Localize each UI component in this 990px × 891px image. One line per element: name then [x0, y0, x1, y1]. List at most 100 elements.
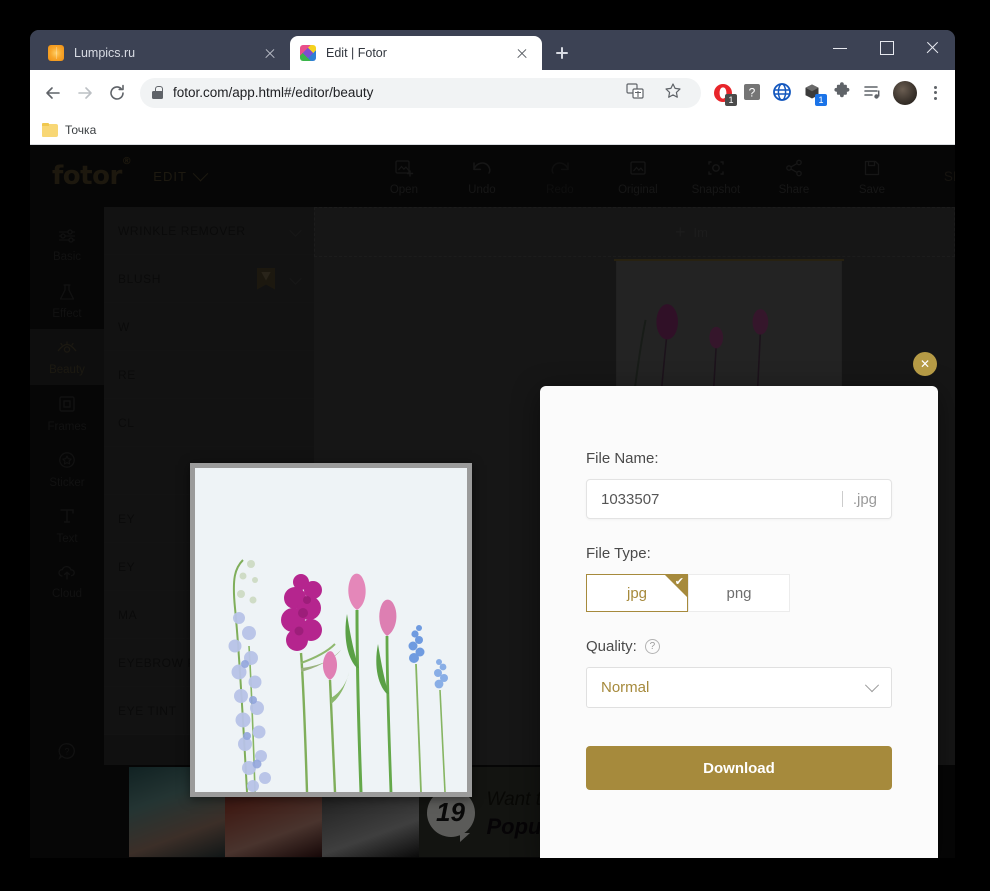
plus-icon: +	[675, 223, 686, 241]
file-type-label: File Type:	[586, 545, 892, 562]
panel-item-blush[interactable]: BLUSH	[104, 255, 314, 303]
toolbar-label: Save	[859, 184, 885, 196]
app-toolbar: Open Undo Redo	[378, 157, 898, 196]
svg-text:?: ?	[749, 85, 756, 99]
image-preview	[190, 463, 472, 797]
toolbar-label: Undo	[468, 184, 496, 196]
panel-item-5[interactable]: CL	[104, 399, 314, 447]
badge-count: 1	[815, 94, 827, 106]
share-icon	[784, 157, 804, 179]
bookmark-item-tochka[interactable]: Точка	[65, 123, 96, 137]
chevron-down-icon	[289, 224, 302, 237]
frame-icon	[57, 394, 77, 417]
translate-icon[interactable]	[623, 79, 651, 107]
reload-icon[interactable]	[102, 78, 132, 108]
puzzle-extensions-icon[interactable]	[829, 79, 857, 107]
cloud-upload-icon	[56, 563, 78, 584]
quality-value: Normal	[601, 679, 867, 696]
close-icon[interactable]	[512, 43, 532, 63]
toolbar-label: Open	[390, 184, 418, 196]
secure-lock-icon	[152, 86, 163, 99]
new-tab-button[interactable]	[548, 39, 576, 67]
avatar[interactable]	[893, 81, 917, 105]
toolbar-redo[interactable]: Redo	[534, 157, 586, 196]
file-name-label: File Name:	[586, 450, 892, 467]
toolbar-label: Original	[618, 184, 658, 196]
toolbar-snapshot[interactable]: Snapshot	[690, 157, 742, 196]
back-icon[interactable]	[38, 78, 68, 108]
fotor-logo: fotor®	[52, 161, 131, 191]
sidebar-item-sticker[interactable]: Sticker	[30, 441, 104, 497]
spacer	[586, 519, 892, 545]
file-type-label-png: png	[726, 585, 751, 602]
redo-icon	[549, 157, 571, 179]
question-bubble-icon: ?	[57, 741, 77, 764]
question-extension-icon[interactable]: ?	[739, 79, 767, 107]
sliders-icon	[57, 228, 77, 247]
import-strip[interactable]: + Im	[314, 207, 955, 257]
toolbar-save[interactable]: Save	[846, 157, 898, 196]
toolbar-undo[interactable]: Undo	[456, 157, 508, 196]
import-label: Im	[694, 225, 708, 240]
sidebar-item-label: Text	[56, 533, 77, 545]
image-preview-canvas	[195, 468, 467, 792]
close-window-button[interactable]	[909, 30, 955, 64]
tab-title: Lumpics.ru	[74, 46, 260, 60]
toolbar-open[interactable]: Open	[378, 157, 430, 196]
download-button[interactable]: Download	[586, 746, 892, 790]
edit-menu[interactable]: EDIT	[153, 169, 206, 184]
text-t-icon	[57, 506, 77, 529]
chevron-down-icon	[289, 272, 302, 285]
tab-strip: Lumpics.ru Edit | Fotor	[30, 30, 955, 70]
reading-list-icon[interactable]	[859, 79, 887, 107]
tab-title: Edit | Fotor	[326, 46, 512, 60]
file-type-png-button[interactable]: png	[688, 574, 790, 612]
undo-icon	[471, 157, 493, 179]
save-disk-icon	[862, 157, 882, 179]
close-x-icon: ✕	[920, 357, 930, 371]
left-rail: Basic Effect Beauty	[30, 207, 104, 858]
bookmarks-bar: Точка	[30, 115, 955, 145]
sidebar-item-basic[interactable]: Basic	[30, 217, 104, 273]
panel-item-4[interactable]: RE	[104, 351, 314, 399]
file-type-jpg-button[interactable]: jpg ✔	[586, 574, 688, 612]
chevron-down-icon	[193, 165, 209, 181]
opera-red-extension-icon[interactable]: 1	[709, 79, 737, 107]
toolbar-original[interactable]: Original	[612, 157, 664, 196]
orange-slice-icon	[48, 45, 64, 61]
sidebar-item-effect[interactable]: Effect	[30, 273, 104, 329]
maximize-button[interactable]	[863, 30, 909, 64]
help-circle-icon[interactable]: ?	[645, 639, 660, 654]
toolbar-label: Snapshot	[692, 184, 741, 196]
eye-icon	[56, 339, 78, 360]
file-name-input[interactable]: 1033507 .jpg	[586, 479, 892, 519]
quality-select[interactable]: Normal	[586, 667, 892, 708]
open-image-icon	[394, 157, 414, 179]
badge-count: 1	[725, 94, 737, 106]
box-extension-icon[interactable]: 1	[799, 79, 827, 107]
close-icon[interactable]	[260, 43, 280, 63]
original-image-icon	[628, 157, 648, 179]
minimize-button[interactable]	[817, 30, 863, 64]
browser-tab-fotor[interactable]: Edit | Fotor	[290, 36, 542, 70]
panel-item-wrinkle-remover[interactable]: WRINKLE REMOVER	[104, 207, 314, 255]
sidebar-item-text[interactable]: Text	[30, 497, 104, 553]
address-bar[interactable]: fotor.com/app.html#/editor/beauty	[140, 78, 701, 108]
sign-in-button[interactable]: SI	[944, 169, 955, 184]
panel-item-3[interactable]: W	[104, 303, 314, 351]
modal-close-button[interactable]: ✕	[913, 352, 937, 376]
download-modal: File Name: 1033507 .jpg File Type: jpg ✔	[540, 386, 938, 858]
url-text: fotor.com/app.html#/editor/beauty	[173, 85, 613, 100]
check-icon: ✔	[675, 575, 684, 588]
toolbar-share[interactable]: Share	[768, 157, 820, 196]
forward-icon[interactable]	[70, 78, 100, 108]
chrome-menu-icon[interactable]	[923, 79, 947, 107]
sidebar-item-label: Effect	[52, 308, 81, 320]
bookmark-star-icon[interactable]	[661, 79, 689, 107]
sidebar-item-frames[interactable]: Frames	[30, 385, 104, 441]
sidebar-item-label: Basic	[53, 251, 81, 263]
browser-tab-lumpics[interactable]: Lumpics.ru	[38, 36, 290, 70]
sidebar-item-cloud[interactable]: Cloud	[30, 553, 104, 609]
sidebar-item-beauty[interactable]: Beauty	[30, 329, 104, 385]
globe-extension-icon[interactable]	[769, 79, 797, 107]
